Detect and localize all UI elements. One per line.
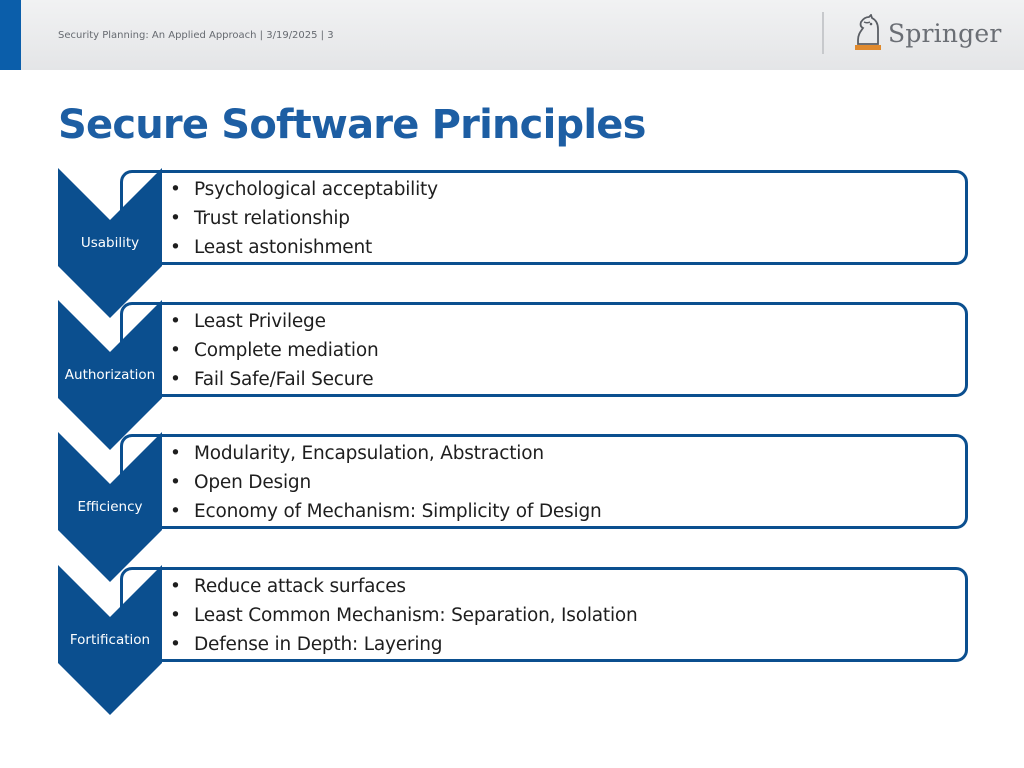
chevron-label: Usability [80,235,140,251]
chevron-label: Efficiency [77,499,143,515]
springer-logo: Springer [852,14,1002,52]
bullet-item: Modularity, Encapsulation, Abstraction [170,439,602,468]
bullet-item: Psychological acceptability [170,175,438,204]
chevron-label: Authorization [64,367,156,383]
springer-logo-text: Springer [888,18,1002,48]
logo-divider [822,12,824,54]
bullet-list-authorization: Least PrivilegeComplete mediationFail Sa… [170,307,379,394]
bullet-item: Fail Safe/Fail Secure [170,365,379,394]
bullet-item: Complete mediation [170,336,379,365]
bullet-item: Trust relationship [170,204,438,233]
chevron-usability: Usability [58,168,162,318]
chevron-authorization: Authorization [58,300,162,450]
bullet-item: Defense in Depth: Layering [170,630,638,659]
header-accent-strip [0,0,21,70]
bullet-item: Least astonishment [170,233,438,262]
bullet-item: Open Design [170,468,602,497]
chevron-fortification: Fortification [58,565,162,715]
bullet-item: Least Privilege [170,307,379,336]
springer-knight-logo-icon [855,14,881,50]
bullet-item: Reduce attack surfaces [170,572,638,601]
bullet-item: Least Common Mechanism: Separation, Isol… [170,601,638,630]
page-title: Secure Software Principles [58,102,646,148]
slide-footer-text: Security Planning: An Applied Approach |… [58,30,334,41]
bullet-item: Economy of Mechanism: Simplicity of Desi… [170,497,602,526]
bullet-list-efficiency: Modularity, Encapsulation, AbstractionOp… [170,439,602,526]
bullet-list-fortification: Reduce attack surfacesLeast Common Mecha… [170,572,638,659]
bullet-list-usability: Psychological acceptabilityTrust relatio… [170,175,438,262]
chevron-efficiency: Efficiency [58,432,162,582]
chevron-label: Fortification [69,632,151,648]
